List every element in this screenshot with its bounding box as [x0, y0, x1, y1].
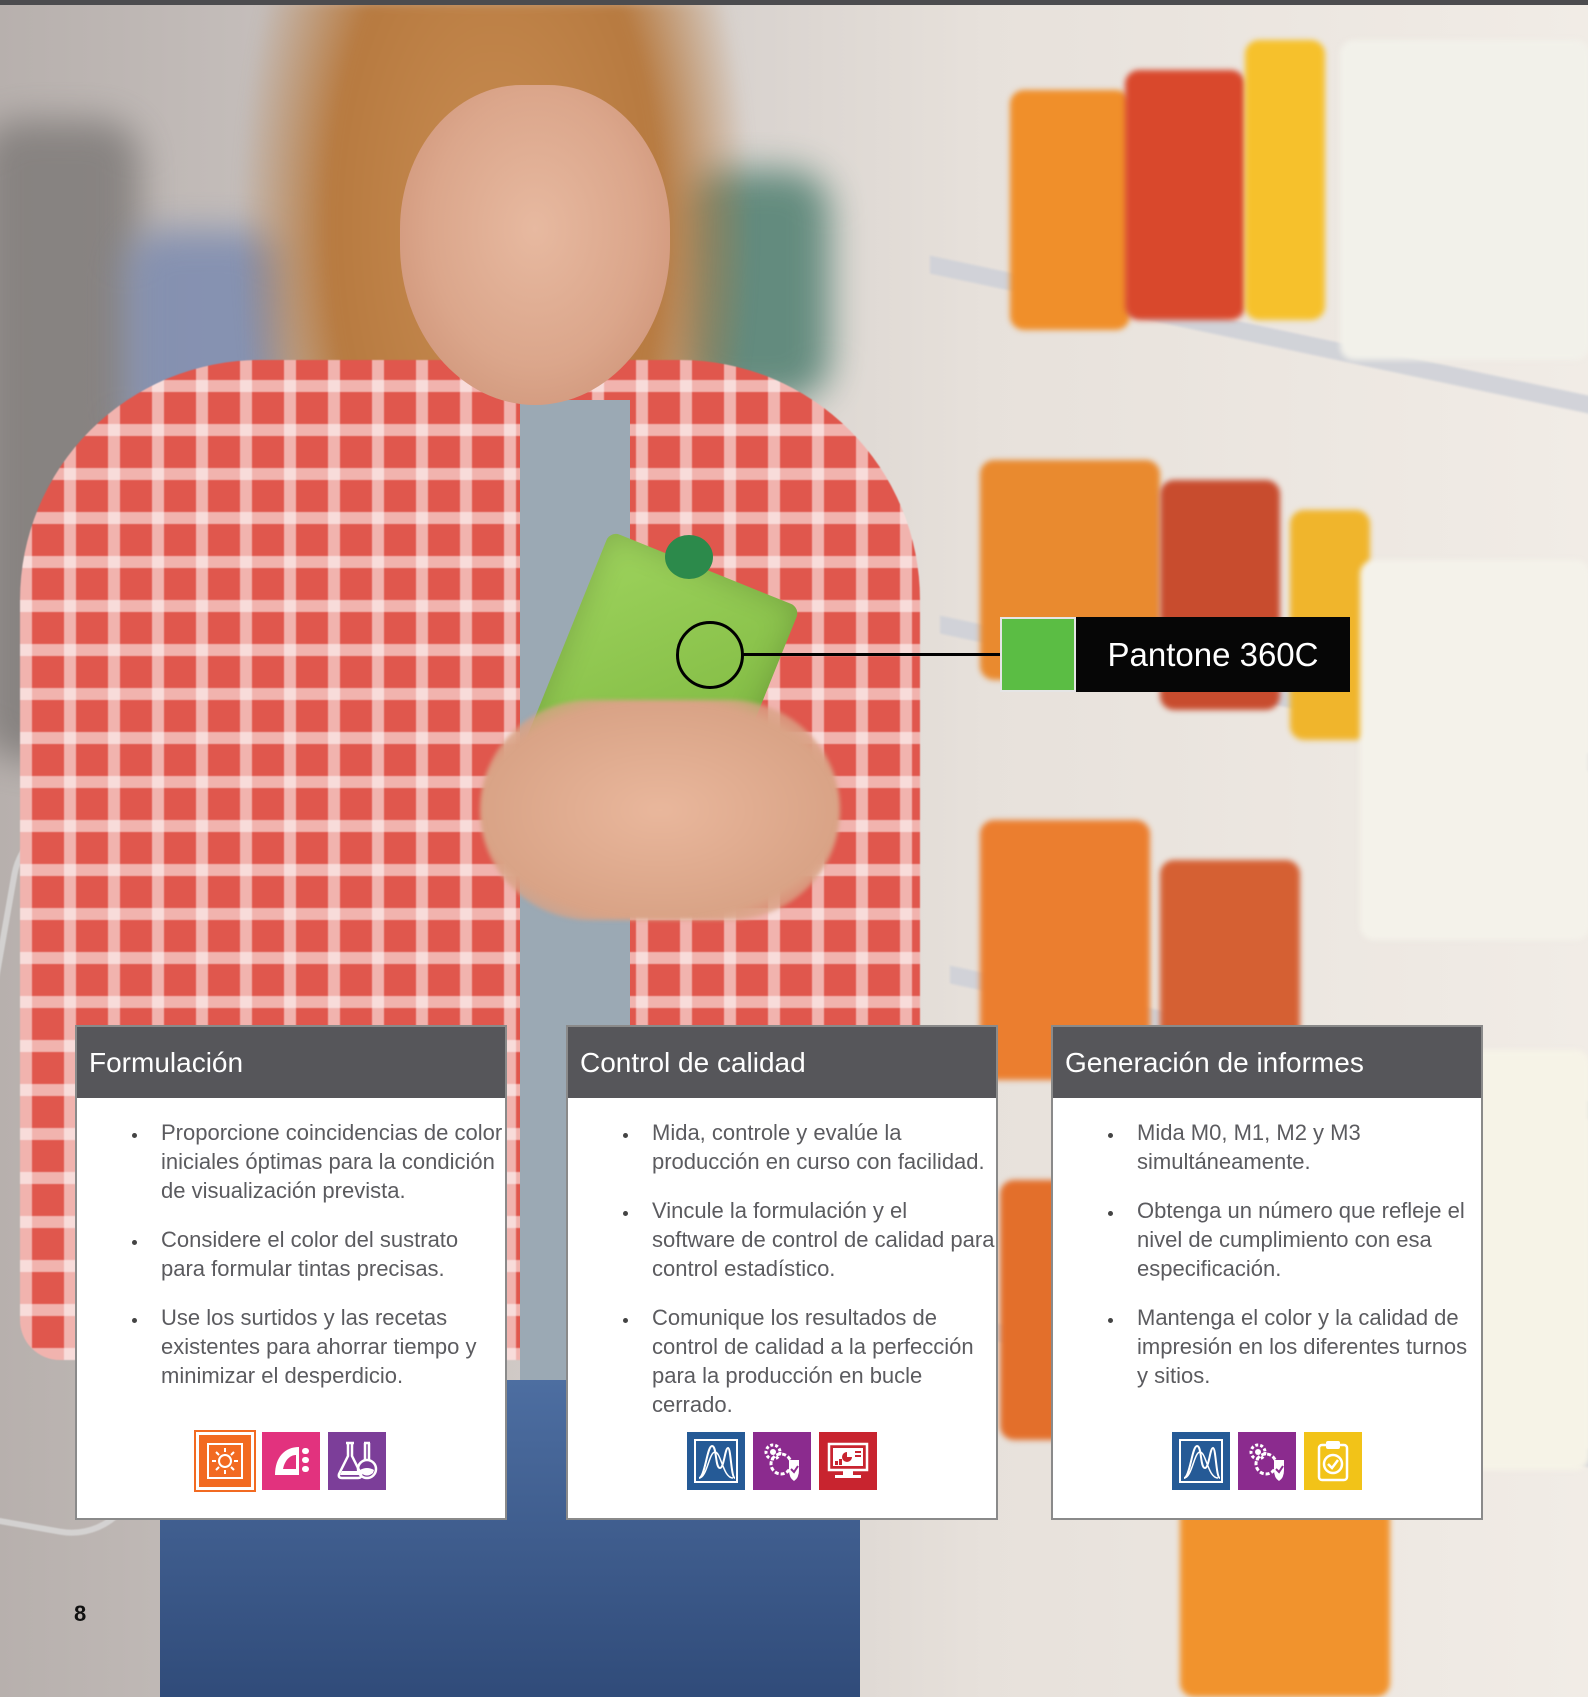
- flask-icon: [328, 1432, 386, 1490]
- card-title: Generación de informes: [1053, 1027, 1481, 1098]
- list-item: Comunique los resultados de control de c…: [640, 1303, 996, 1419]
- list-item: Vincule la formulación y el software de …: [640, 1196, 996, 1283]
- list-item: Mantenga el color y la calidad de impres…: [1125, 1303, 1481, 1390]
- card-title: Formulación: [77, 1027, 505, 1098]
- substrate-icon: [262, 1432, 320, 1490]
- clipboard-check-icon: [1304, 1432, 1362, 1490]
- module-icons: [568, 1432, 996, 1490]
- card-title: Control de calidad: [568, 1027, 996, 1098]
- list-item: Considere el color del sustrato para for…: [149, 1225, 505, 1283]
- callout-leader-line: [741, 653, 1001, 656]
- card-formulacion: Formulación Proporcione coincidencias de…: [75, 1025, 507, 1520]
- pantone-label: Pantone 360C: [1076, 617, 1350, 692]
- top-rule: [0, 0, 1588, 5]
- page-number: 8: [74, 1601, 87, 1626]
- bullet-list: Mida M0, M1, M2 y M3 simultáneamente. Ob…: [1053, 1118, 1481, 1390]
- monitor-report-icon: [819, 1432, 877, 1490]
- list-item: Obtenga un número que refleje el nivel d…: [1125, 1196, 1481, 1283]
- spectral-curve-icon: [687, 1432, 745, 1490]
- list-item: Use los surtidos y las recetas existente…: [149, 1303, 505, 1390]
- bullet-list: Mida, controle y evalúe la producción en…: [568, 1118, 996, 1419]
- lighting-icon: [194, 1430, 256, 1492]
- card-control-de-calidad: Control de calidad Mida, controle y eval…: [566, 1025, 998, 1520]
- pantone-swatch: [1000, 617, 1076, 692]
- list-item: Mida, controle y evalúe la producción en…: [640, 1118, 996, 1176]
- pantone-callout: Pantone 360C: [1000, 617, 1350, 692]
- sample-highlight-circle: [676, 621, 744, 689]
- list-item: Mida M0, M1, M2 y M3 simultáneamente.: [1125, 1118, 1481, 1176]
- list-item: Proporcione coincidencias de color inici…: [149, 1118, 505, 1205]
- gear-shield-icon: [1238, 1432, 1296, 1490]
- module-icons: [77, 1430, 505, 1492]
- card-generacion-de-informes: Generación de informes Mida M0, M1, M2 y…: [1051, 1025, 1483, 1520]
- gear-shield-icon: [753, 1432, 811, 1490]
- spectral-curve-icon: [1172, 1432, 1230, 1490]
- bullet-list: Proporcione coincidencias de color inici…: [77, 1118, 505, 1390]
- module-icons: [1053, 1432, 1481, 1490]
